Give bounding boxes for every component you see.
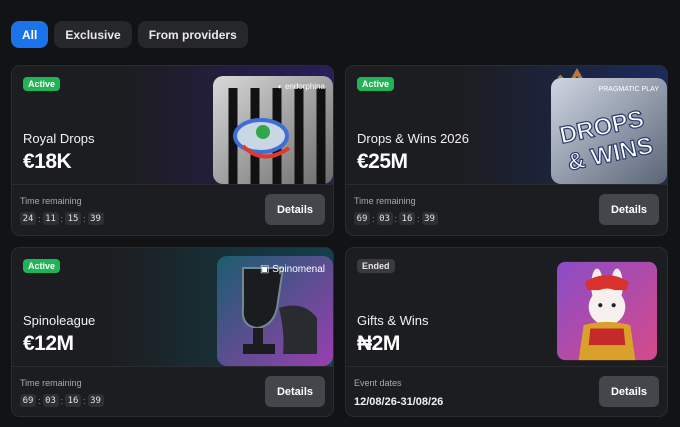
drops-wins-artwork: DROPS & WINS	[551, 67, 667, 184]
card-title: Spinoleague	[23, 313, 96, 328]
provider-logo: ◐ endorphina	[278, 82, 325, 91]
timer-seconds: 39	[87, 394, 104, 407]
prize-amount: ₦2M	[357, 332, 400, 355]
promo-card-spinoleague: Active Spinoleague €12M ▣ Spinomenal Tim…	[11, 247, 334, 417]
timer-seconds: 39	[421, 212, 438, 225]
details-button[interactable]: Details	[265, 194, 325, 225]
timer-minutes: 16	[65, 394, 82, 407]
timer-hours: 11	[42, 212, 59, 225]
provider-logo: PRAGMATIC PLAY	[599, 86, 659, 93]
card-banner: Active Spinoleague €12M ▣ Spinomenal	[12, 248, 333, 366]
card-banner: Active Drops & Wins 2026 €25M DROPS & WI…	[346, 66, 667, 184]
provider-logo-icon: ◐	[277, 82, 283, 91]
tab-from-providers[interactable]: From providers	[137, 21, 248, 48]
card-banner: Active Royal Drops €18K ◐ endorphina	[12, 66, 333, 184]
card-footer: Time remaining 69: 03: 16: 39 Details	[12, 366, 333, 416]
status-badge: Active	[23, 259, 61, 273]
filter-tabs: All Exclusive From providers	[11, 21, 248, 48]
card-footer: Time remaining 24: 11: 15: 39 Details	[12, 184, 333, 235]
details-button[interactable]: Details	[599, 376, 659, 407]
prize-amount: €12M	[23, 332, 74, 355]
timer-minutes: 15	[65, 212, 82, 225]
info-label: Time remaining	[354, 196, 416, 206]
timer-days: 69	[20, 394, 36, 407]
timer-seconds: 39	[87, 212, 104, 225]
status-badge: Active	[357, 77, 395, 91]
timer-days: 24	[20, 212, 36, 225]
status-badge: Ended	[357, 259, 395, 273]
prize-amount: €25M	[357, 150, 408, 173]
event-dates: 12/08/26-31/08/26	[354, 396, 444, 408]
timer-hours: 03	[376, 212, 393, 225]
promo-card-gifts-wins: Ended Gifts & Wins ₦2M Event dates 12/08…	[345, 247, 668, 417]
countdown-timer: 69: 03: 16: 39	[354, 212, 438, 225]
countdown-timer: 24: 11: 15: 39	[20, 212, 104, 225]
tab-exclusive[interactable]: Exclusive	[54, 21, 132, 48]
promo-card-royal-drops: Active Royal Drops €18K ◐ endorphina Tim…	[11, 65, 334, 236]
info-label: Event dates	[354, 378, 402, 388]
provider-logo: ▣ Spinomenal	[260, 264, 325, 275]
card-footer: Event dates 12/08/26-31/08/26 Details	[346, 366, 667, 416]
provider-logo-icon: ▣	[259, 264, 270, 275]
timer-hours: 03	[42, 394, 59, 407]
details-button[interactable]: Details	[599, 194, 659, 225]
card-title: Royal Drops	[23, 131, 95, 146]
card-banner: Ended Gifts & Wins ₦2M	[346, 248, 667, 366]
info-label: Time remaining	[20, 196, 82, 206]
promo-card-drops-wins: Active Drops & Wins 2026 €25M DROPS & WI…	[345, 65, 668, 236]
card-title: Drops & Wins 2026	[357, 131, 469, 146]
countdown-timer: 69: 03: 16: 39	[20, 394, 104, 407]
provider-name: PRAGMATIC PLAY	[598, 86, 659, 93]
prize-amount: €18K	[23, 150, 72, 173]
status-badge: Active	[23, 77, 61, 91]
timer-minutes: 16	[399, 212, 416, 225]
provider-name: Spinomenal	[272, 264, 325, 275]
card-footer: Time remaining 69: 03: 16: 39 Details	[346, 184, 667, 235]
gifts-wins-artwork	[557, 261, 657, 361]
details-button[interactable]: Details	[265, 376, 325, 407]
card-title: Gifts & Wins	[357, 313, 429, 328]
timer-days: 69	[354, 212, 370, 225]
provider-name: endorphina	[284, 82, 325, 91]
tab-all[interactable]: All	[11, 21, 49, 48]
info-label: Time remaining	[20, 378, 82, 388]
